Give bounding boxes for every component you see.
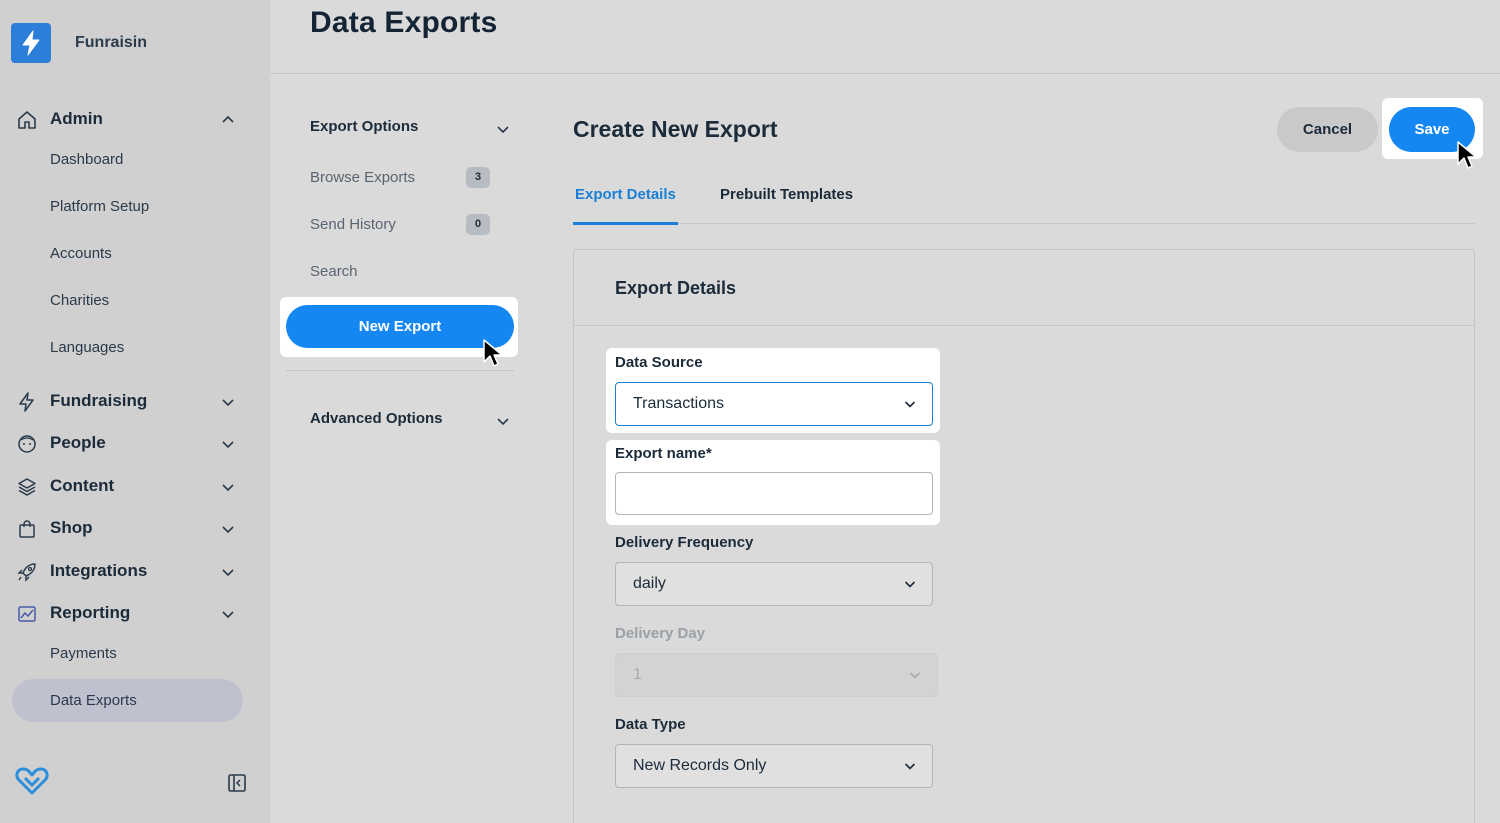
sidebar-item-dashboard[interactable]: Dashboard — [50, 150, 123, 170]
data-type-label: Data Type — [615, 716, 686, 733]
chevron-down-icon — [222, 441, 234, 449]
sidebar-item-charities[interactable]: Charities — [50, 291, 109, 311]
sidebar-group-integrations[interactable]: Integrations — [0, 554, 270, 588]
form-title: Create New Export — [573, 116, 778, 142]
rocket-icon — [17, 563, 36, 582]
brand-name: Funraisin — [75, 34, 148, 51]
export-name-input[interactable] — [615, 472, 933, 515]
panel-title: Export Details — [615, 278, 737, 298]
data-source-label: Data Source — [615, 354, 703, 371]
sidebar-group-label: Integrations — [50, 561, 148, 580]
chevron-down-icon[interactable] — [496, 122, 510, 136]
sidebar-group-label: Reporting — [50, 603, 131, 622]
sidebar-group-label: People — [50, 433, 106, 452]
lightning-icon — [19, 392, 34, 412]
delivery-day-select: 1 — [615, 653, 938, 697]
advanced-options-toggle[interactable]: Advanced Options — [310, 410, 443, 427]
tab-export-details[interactable]: Export Details — [575, 186, 676, 203]
layers-icon — [18, 478, 36, 496]
page-title: Data Exports — [310, 6, 498, 39]
panel-divider — [574, 325, 1474, 326]
data-source-select[interactable]: Transactions — [615, 382, 933, 426]
shopping-bag-icon — [19, 520, 35, 538]
sidebar-item-platform-setup[interactable]: Platform Setup — [50, 197, 149, 217]
export-name-label: Export name* — [615, 445, 712, 462]
delivery-frequency-value: daily — [633, 575, 666, 592]
delivery-day-label: Delivery Day — [615, 625, 706, 642]
sidebar-group-label: Fundraising — [50, 391, 148, 410]
export-options-toggle[interactable]: Export Options — [310, 118, 418, 135]
sidebar-group-fundraising[interactable]: Fundraising — [0, 384, 270, 418]
chevron-up-icon — [222, 115, 234, 123]
count-badge: 0 — [466, 214, 490, 235]
heart-logo-icon[interactable] — [15, 766, 49, 796]
mouse-cursor-icon — [483, 339, 503, 367]
page-header: Data Exports — [270, 0, 1500, 74]
new-export-button[interactable]: New Export — [286, 305, 514, 348]
face-icon — [18, 435, 36, 453]
sidebar-item-payments[interactable]: Payments — [50, 644, 117, 664]
sidebar-group-shop[interactable]: Shop — [0, 511, 270, 545]
data-source-value: Transactions — [633, 395, 724, 412]
chevron-down-icon — [904, 763, 916, 770]
home-icon — [18, 111, 36, 129]
sidebar-item-data-exports[interactable]: Data Exports — [50, 691, 137, 711]
delivery-frequency-label: Delivery Frequency — [615, 534, 754, 551]
options-divider — [286, 370, 514, 371]
sidebar-item-languages[interactable]: Languages — [50, 338, 124, 358]
delivery-day-value: 1 — [633, 666, 642, 683]
mouse-cursor-icon — [1457, 141, 1477, 169]
sidebar-group-label: Admin — [50, 109, 103, 128]
lightning-bolt-icon — [11, 23, 51, 63]
sidebar-group-people[interactable]: People — [0, 426, 270, 460]
chevron-down-icon — [909, 672, 921, 679]
browse-exports-link[interactable]: Browse Exports — [310, 168, 415, 188]
count-badge: 3 — [466, 167, 490, 188]
chevron-down-icon — [904, 581, 916, 588]
chevron-down-icon — [222, 399, 234, 407]
chevron-down-icon — [222, 611, 234, 619]
active-tab-indicator — [573, 222, 678, 225]
sidebar: Funraisin Admin Dashboard Platform Setup… — [0, 0, 270, 823]
collapse-sidebar-icon[interactable] — [227, 773, 247, 793]
chevron-down-icon — [904, 401, 916, 408]
chevron-down-icon[interactable] — [496, 414, 510, 428]
tab-prebuilt-templates[interactable]: Prebuilt Templates — [720, 186, 853, 203]
tabs-divider — [573, 223, 1475, 224]
delivery-frequency-select[interactable]: daily — [615, 562, 933, 606]
cancel-button[interactable]: Cancel — [1277, 107, 1378, 152]
sidebar-group-reporting[interactable]: Reporting — [0, 596, 270, 630]
sidebar-group-content[interactable]: Content — [0, 469, 270, 503]
data-type-select[interactable]: New Records Only — [615, 744, 933, 788]
send-history-link[interactable]: Send History — [310, 215, 396, 235]
chevron-down-icon — [222, 484, 234, 492]
chevron-down-icon — [222, 569, 234, 577]
chart-icon — [18, 606, 36, 622]
sidebar-item-accounts[interactable]: Accounts — [50, 244, 112, 264]
sidebar-group-label: Shop — [50, 518, 93, 537]
search-link[interactable]: Search — [310, 262, 358, 282]
chevron-down-icon — [222, 526, 234, 534]
sidebar-group-label: Content — [50, 476, 115, 495]
data-type-value: New Records Only — [633, 757, 767, 774]
brand[interactable]: Funraisin — [11, 23, 147, 63]
sidebar-group-admin[interactable]: Admin — [0, 102, 270, 136]
